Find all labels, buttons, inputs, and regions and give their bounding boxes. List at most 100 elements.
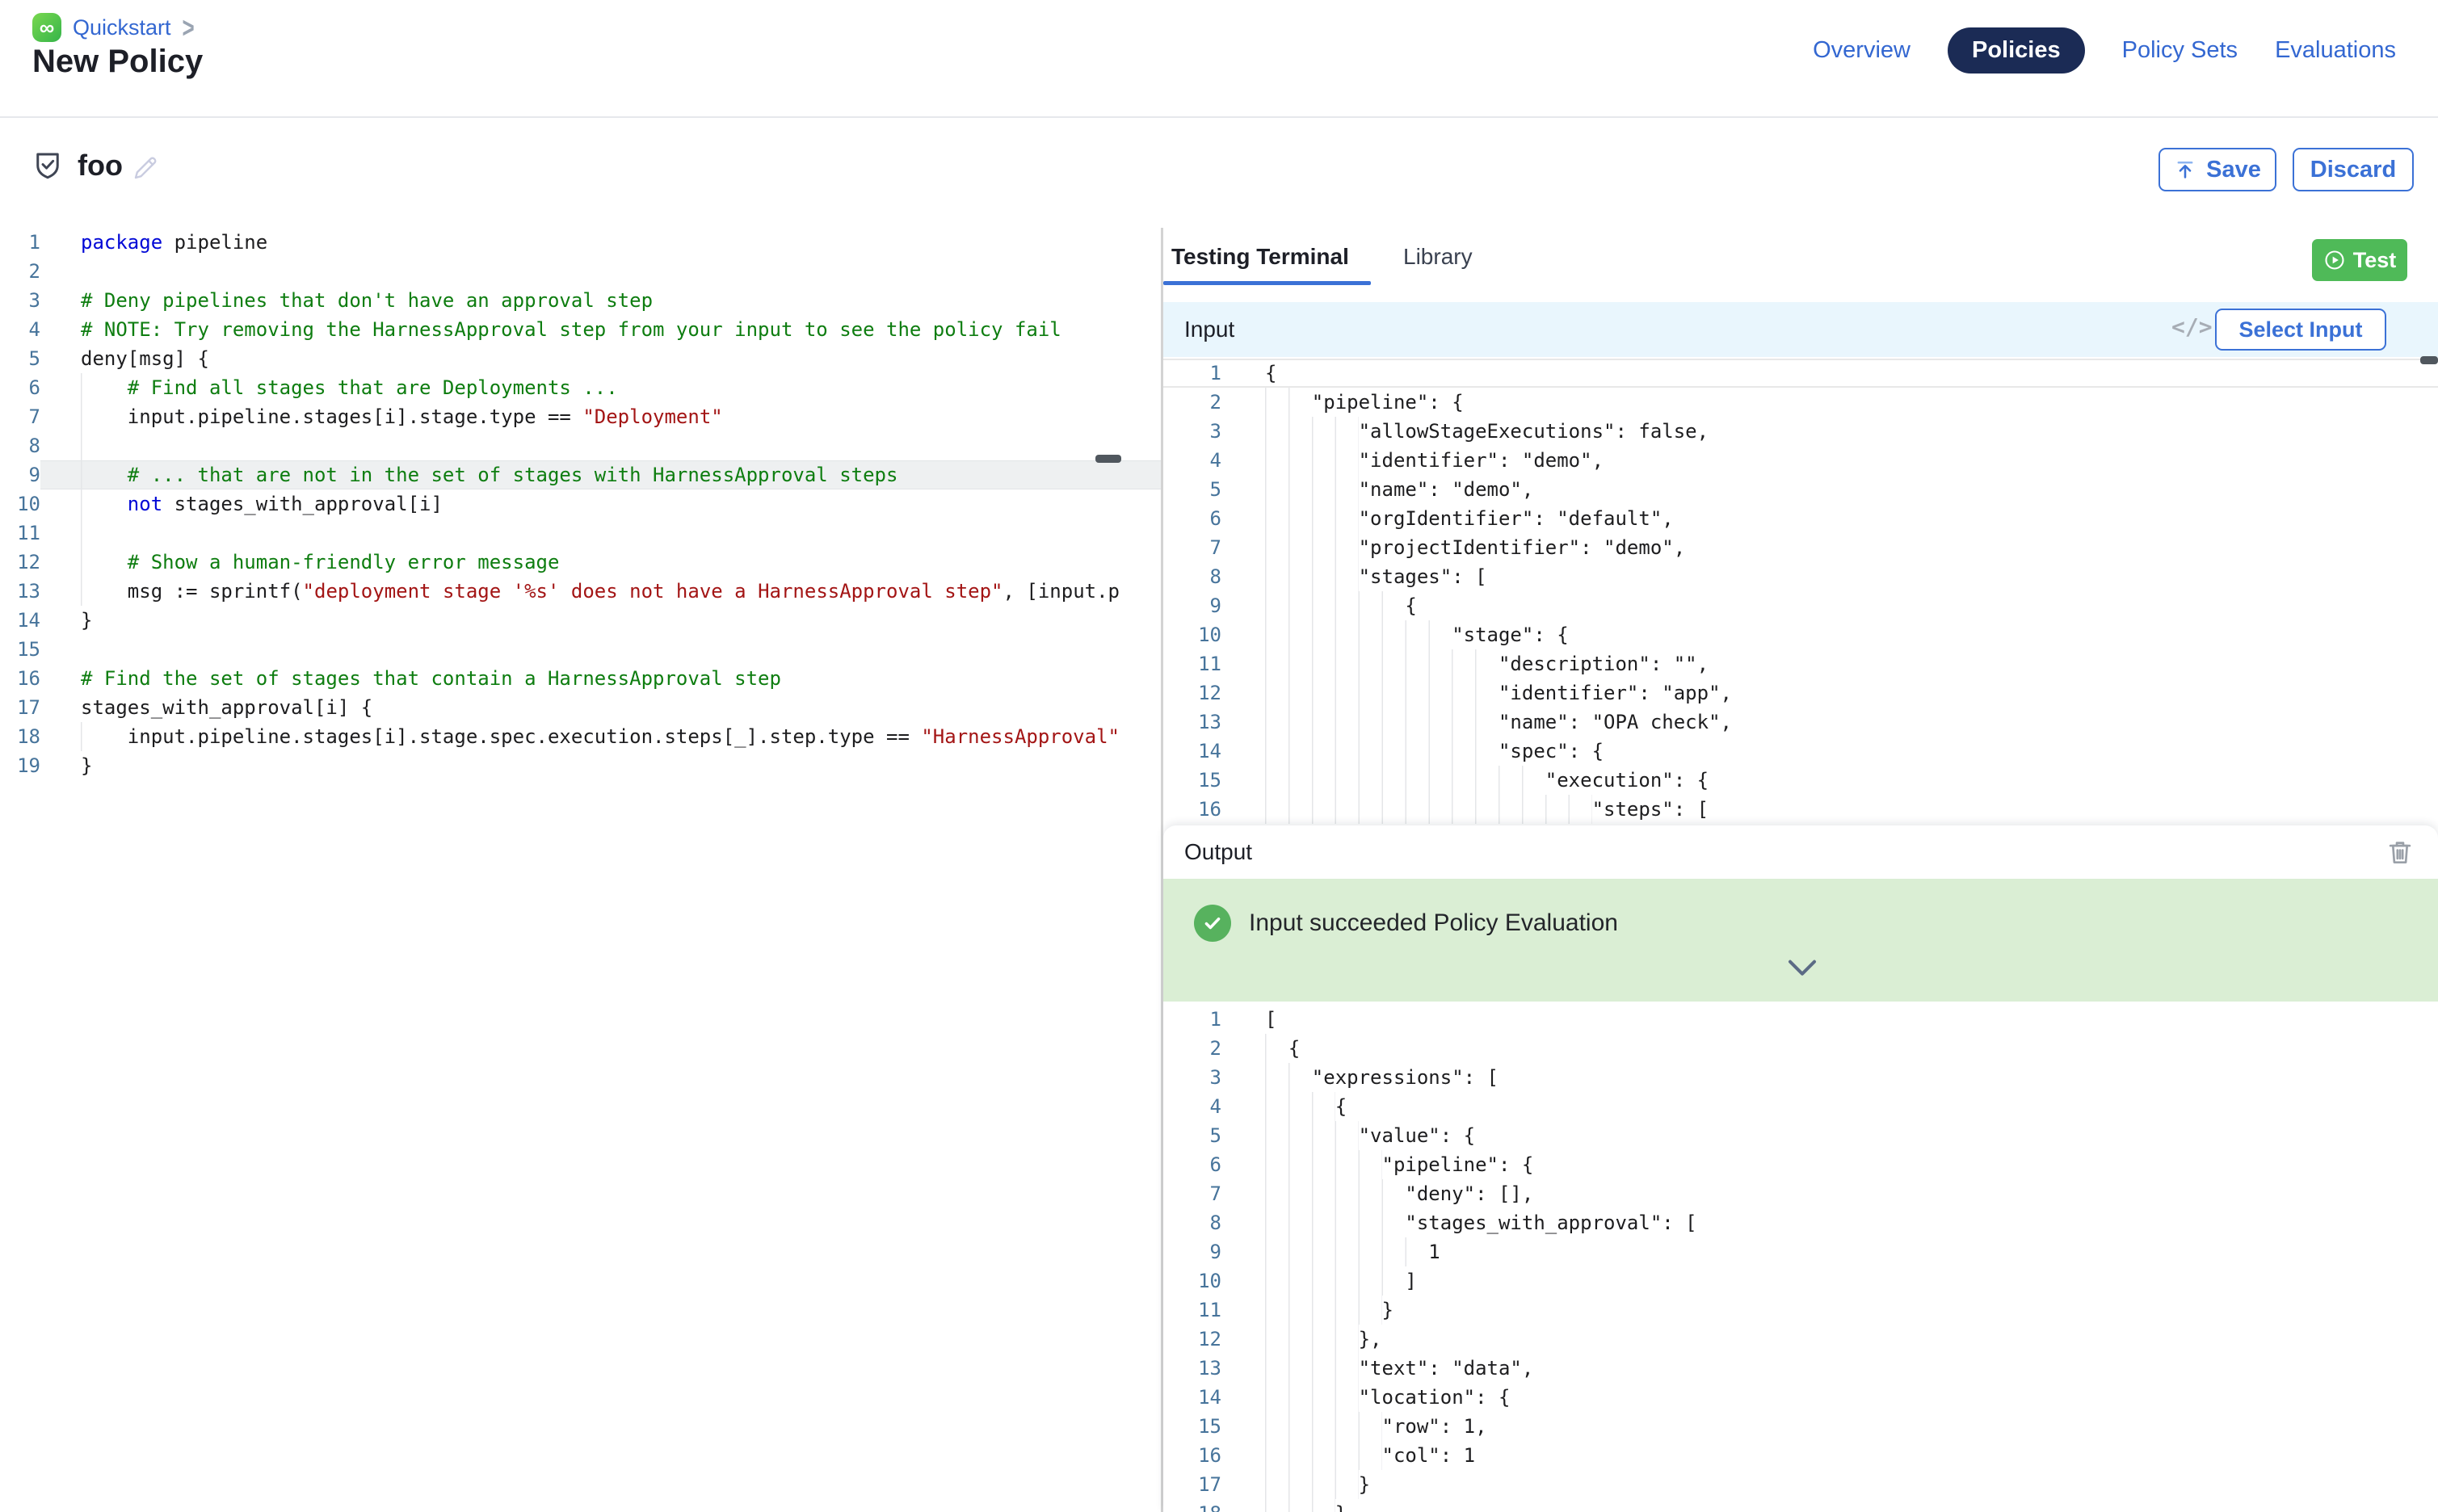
line-number: 4 [0,315,40,344]
breadcrumb-link-quickstart[interactable]: Quickstart [73,15,171,40]
input-section-header: Input </> Select Input [1163,302,2438,357]
code-line: 9 # ... that are not in the set of stage… [0,460,1161,489]
line-number: 13 [1163,708,1221,737]
line-number: 2 [1163,388,1221,417]
line-number: 15 [0,635,40,664]
line-number: 4 [1163,446,1221,475]
policy-editor-page: ∞ Quickstart > New Policy OverviewPolici… [0,0,2438,1512]
code-line: 16# Find the set of stages that contain … [0,664,1161,693]
tab-overview[interactable]: Overview [1813,37,1910,64]
line-number: 6 [1163,1150,1221,1179]
line-number: 14 [1163,737,1221,766]
code-line: 3 "allowStageExecutions": false, [1163,417,2438,446]
code-line: 7 "projectIdentifier": "demo", [1163,533,2438,562]
save-button[interactable]: Save [2158,148,2276,191]
tab-library[interactable]: Library [1403,244,1473,270]
code-line: 2 [0,257,1161,286]
line-number: 3 [1163,1063,1221,1092]
output-json-editor[interactable]: 1[2 {3 "expressions": [4 {5 "value": {6 … [1163,1005,2438,1512]
code-line: 1package pipeline [0,228,1161,257]
line-number: 3 [0,286,40,315]
test-button[interactable]: Test [2312,239,2407,281]
evaluation-success-banner: Input succeeded Policy Evaluation [1163,879,2438,1002]
line-number: 5 [0,344,40,373]
code-line: 3# Deny pipelines that don't have an app… [0,286,1161,315]
line-number: 13 [0,577,40,606]
line-number: 3 [1163,417,1221,446]
discard-button[interactable]: Discard [2293,148,2414,191]
tab-testing-terminal[interactable]: Testing Terminal [1171,244,1349,270]
code-line: 11 "description": "", [1163,649,2438,678]
line-number: 14 [1163,1383,1221,1412]
code-line: 14 "spec": { [1163,737,2438,766]
line-number: 9 [1163,591,1221,620]
code-line: 12 # Show a human-friendly error message [0,548,1161,577]
line-number: 17 [0,693,40,722]
edit-pencil-icon[interactable] [131,153,160,187]
code-line: 6 "pipeline": { [1163,1150,2438,1179]
policy-code-editor[interactable]: 1package pipeline23# Deny pipelines that… [0,228,1161,1512]
code-line: 4# NOTE: Try removing the HarnessApprova… [0,315,1161,344]
code-line: 16 "col": 1 [1163,1441,2438,1470]
editor-scroll-marker[interactable] [1095,455,1121,463]
trash-icon[interactable] [2385,837,2415,872]
line-number: 7 [1163,1179,1221,1208]
output-header: Output [1163,825,2438,879]
code-line: 8 "stages": [ [1163,562,2438,591]
active-tab-underline [1163,281,1371,285]
line-number: 12 [1163,678,1221,708]
input-scroll-marker[interactable] [2420,356,2438,364]
line-number: 12 [1163,1325,1221,1354]
line-number: 7 [0,402,40,431]
code-line: 10 ] [1163,1266,2438,1296]
code-line: 8 "stages_with_approval": [ [1163,1208,2438,1237]
line-number: 16 [0,664,40,693]
line-number: 2 [1163,1034,1221,1063]
code-line: 15 "execution": { [1163,766,2438,795]
chevron-down-icon[interactable] [1786,956,1818,985]
select-input-button[interactable]: Select Input [2215,309,2386,351]
header-tabs: Overview Policies Policy Sets Evaluations [1813,27,2396,74]
code-line: 1[ [1163,1005,2438,1034]
line-number: 16 [1163,1441,1221,1470]
code-line: 1{ [1163,359,2438,388]
play-circle-icon [2323,249,2346,271]
line-number: 1 [1163,1005,1221,1034]
code-line: 11 } [1163,1296,2438,1325]
upload-icon [2174,158,2196,181]
success-check-icon [1194,905,1231,942]
tab-policy-sets[interactable]: Policy Sets [2122,37,2238,64]
tab-policies[interactable]: Policies [1948,27,2085,74]
code-line: 3 "expressions": [ [1163,1063,2438,1092]
code-line: 4 { [1163,1092,2438,1121]
line-number: 8 [0,431,40,460]
code-line: 5deny[msg] { [0,344,1161,373]
code-line: 15 "row": 1, [1163,1412,2438,1441]
code-line: 13 msg := sprintf("deployment stage '%s'… [0,577,1161,606]
code-line: 12 "identifier": "app", [1163,678,2438,708]
page-title: New Policy [32,44,203,80]
save-label: Save [2206,157,2261,183]
line-number: 8 [1163,562,1221,591]
line-number: 8 [1163,1208,1221,1237]
line-number: 7 [1163,533,1221,562]
shield-check-icon [31,149,65,187]
code-view-icon[interactable]: </> [2171,313,2213,340]
code-line: 14 "location": { [1163,1383,2438,1412]
line-number: 10 [1163,1266,1221,1296]
policy-name: foo [78,149,123,183]
line-number: 10 [0,489,40,519]
line-number: 2 [0,257,40,286]
input-json-editor[interactable]: 1{2 "pipeline": {3 "allowStageExecutions… [1163,357,2438,825]
line-number: 4 [1163,1092,1221,1121]
code-line: 16 "steps": [ [1163,795,2438,824]
code-line: 13 "name": "OPA check", [1163,708,2438,737]
tab-evaluations[interactable]: Evaluations [2275,37,2396,64]
line-number: 9 [0,460,40,489]
code-line: 12 }, [1163,1325,2438,1354]
code-line: 17 } [1163,1470,2438,1499]
project-icon: ∞ [32,13,61,42]
code-line: 10 not stages_with_approval[i] [0,489,1161,519]
output-label: Output [1184,839,1252,865]
line-number: 12 [0,548,40,577]
